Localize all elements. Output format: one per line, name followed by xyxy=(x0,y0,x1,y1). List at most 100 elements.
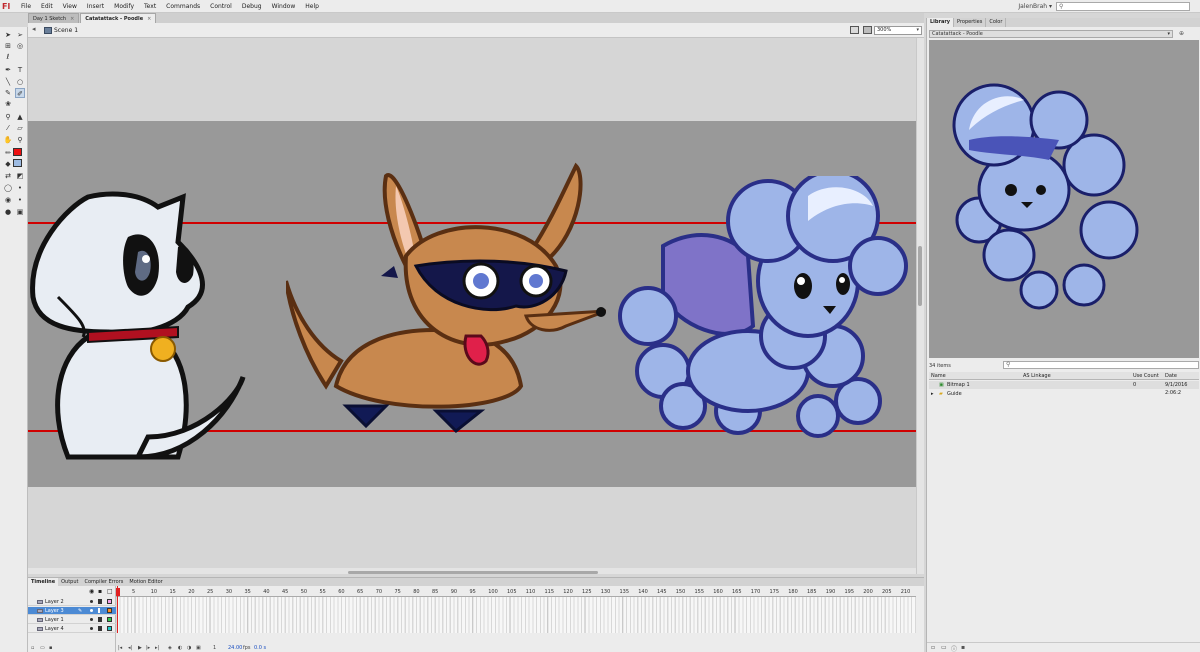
menu-view[interactable]: View xyxy=(58,0,82,13)
center-frame-icon[interactable]: ◈ xyxy=(168,644,172,652)
library-document-select[interactable]: Catatattack - Poodle ▾ xyxy=(929,30,1173,38)
pin-library-icon[interactable]: ⊕ xyxy=(1179,30,1187,38)
menu-debug[interactable]: Debug xyxy=(237,0,267,13)
layer-row[interactable]: Layer 3 ✎ xyxy=(28,607,116,615)
lock-icon[interactable] xyxy=(98,626,102,631)
close-icon[interactable]: × xyxy=(147,14,151,23)
col-use-count[interactable]: Use Count xyxy=(1133,372,1159,380)
frame-ruler[interactable]: 1510152025303540455055606570758085909510… xyxy=(116,588,916,597)
tab-output[interactable]: Output xyxy=(58,578,81,586)
layer-row[interactable]: Layer 4 xyxy=(28,625,116,633)
current-frame[interactable]: 1 xyxy=(213,644,216,652)
zoom-select[interactable]: 300% ▾ xyxy=(874,26,922,35)
frame-rate[interactable]: 24.00 xyxy=(228,644,242,652)
brush-mode-icon[interactable]: • xyxy=(15,195,25,205)
chihuahua-character[interactable] xyxy=(286,156,606,456)
swap-colors-icon[interactable]: ⇄ xyxy=(3,171,13,181)
scroll-thumb[interactable] xyxy=(348,571,598,574)
help-search-input[interactable]: ⚲ xyxy=(1056,2,1190,11)
outline-color-swatch[interactable] xyxy=(107,626,112,631)
library-item[interactable]: ▣ Bitmap 1 0 9/1/2016 2:06:2 xyxy=(929,381,1199,396)
stage-canvas[interactable] xyxy=(28,121,916,487)
menu-control[interactable]: Control xyxy=(205,0,237,13)
tab-properties[interactable]: Properties xyxy=(954,18,987,27)
visibility-dot[interactable] xyxy=(90,600,93,603)
doc-tab-poodle[interactable]: Catatattack - Poodle × xyxy=(80,13,157,23)
line-tool-icon[interactable]: ╲ xyxy=(3,77,13,87)
menu-modify[interactable]: Modify xyxy=(109,0,139,13)
stage-area[interactable] xyxy=(28,38,916,574)
stage-vertical-scrollbar[interactable] xyxy=(916,38,924,574)
zoom-tool-icon[interactable]: ⚲ xyxy=(15,135,25,145)
user-account[interactable]: JalenBrah ▾ xyxy=(1018,0,1052,13)
eraser-tool-icon[interactable]: ▱ xyxy=(15,123,25,133)
text-tool-icon[interactable]: T xyxy=(15,65,25,75)
object-drawing-icon[interactable]: ◯ xyxy=(3,183,13,193)
visibility-dot[interactable] xyxy=(90,627,93,630)
frame-grid[interactable] xyxy=(116,597,916,633)
lock-icon[interactable] xyxy=(98,608,100,613)
3d-rotation-tool-icon[interactable]: ◎ xyxy=(15,41,25,51)
menu-help[interactable]: Help xyxy=(300,0,324,13)
col-as-linkage[interactable]: AS Linkage xyxy=(1023,372,1051,380)
play-icon[interactable]: ▶ xyxy=(138,644,142,652)
menu-file[interactable]: File xyxy=(16,0,36,13)
bone-tool-icon[interactable]: ⚲ xyxy=(3,112,13,122)
outline-color-swatch[interactable] xyxy=(107,599,112,604)
stroke-color-icon[interactable]: ✏ xyxy=(3,148,13,158)
playhead[interactable] xyxy=(116,586,120,633)
brush-shape-icon[interactable]: ● xyxy=(3,207,13,217)
deco-tool-icon[interactable]: ❀ xyxy=(3,99,13,109)
go-to-first-frame-icon[interactable]: |◂ xyxy=(118,644,122,652)
tab-library[interactable]: Library xyxy=(927,18,955,27)
expand-arrow-icon[interactable]: ▸ xyxy=(931,390,934,398)
selection-tool-icon[interactable]: ➤ xyxy=(3,30,13,40)
pen-tool-icon[interactable]: ✒ xyxy=(3,65,13,75)
back-arrow-icon[interactable]: ◂ xyxy=(32,25,36,33)
library-item[interactable]: ▸ ▰ Guide xyxy=(929,390,1199,398)
brush-tool-icon[interactable]: ✐ xyxy=(15,88,25,98)
new-symbol-icon[interactable]: ▫ xyxy=(931,644,935,651)
step-forward-icon[interactable]: |▸ xyxy=(146,644,150,652)
tab-compiler-errors[interactable]: Compiler Errors xyxy=(81,578,126,586)
fill-color-icon[interactable]: ◆ xyxy=(3,159,13,169)
menu-text[interactable]: Text xyxy=(139,0,161,13)
delete-icon[interactable]: ▪ xyxy=(961,644,965,651)
subselection-tool-icon[interactable]: ➢ xyxy=(15,30,25,40)
library-search-input[interactable]: ⚲ xyxy=(1003,361,1199,369)
tab-color[interactable]: Color xyxy=(986,18,1007,27)
properties-icon[interactable]: ⓘ xyxy=(951,644,957,652)
lock-icon[interactable] xyxy=(98,599,102,604)
new-folder-icon[interactable]: ▭ xyxy=(40,644,45,652)
lock-fill-icon[interactable]: ▣ xyxy=(15,207,25,217)
hand-tool-icon[interactable]: ✋ xyxy=(3,135,13,145)
eye-icon[interactable]: ◉ xyxy=(89,588,94,595)
menu-edit[interactable]: Edit xyxy=(36,0,58,13)
lock-icon[interactable]: ▪ xyxy=(98,588,102,595)
outline-color-swatch[interactable] xyxy=(107,608,112,613)
stroke-color-swatch[interactable] xyxy=(13,148,22,156)
menu-insert[interactable]: Insert xyxy=(82,0,109,13)
tab-timeline[interactable]: Timeline xyxy=(28,578,59,586)
menu-commands[interactable]: Commands xyxy=(161,0,205,13)
snap-icon[interactable]: • xyxy=(15,183,25,193)
layer-row[interactable]: Layer 1 xyxy=(28,616,116,624)
outline-icon[interactable]: □ xyxy=(107,588,113,595)
menu-window[interactable]: Window xyxy=(267,0,301,13)
col-name[interactable]: Name xyxy=(931,372,946,380)
oval-tool-icon[interactable]: ○ xyxy=(15,77,25,87)
frame-area[interactable]: 1510152025303540455055606570758085909510… xyxy=(116,586,916,652)
lock-icon[interactable] xyxy=(98,617,102,622)
eyedropper-tool-icon[interactable]: ⁄ xyxy=(3,123,13,133)
visibility-dot[interactable] xyxy=(90,618,93,621)
new-layer-icon[interactable]: ▫ xyxy=(31,644,34,652)
go-to-last-frame-icon[interactable]: ▸| xyxy=(155,644,159,652)
free-transform-tool-icon[interactable]: ⊞ xyxy=(3,41,13,51)
scroll-thumb[interactable] xyxy=(918,246,922,306)
lasso-tool-icon[interactable]: ℓ xyxy=(3,52,13,62)
onion-outline-icon[interactable]: ◑ xyxy=(187,644,191,652)
visibility-dot[interactable] xyxy=(90,609,93,612)
poodle-character[interactable] xyxy=(618,176,908,446)
edit-multiple-frames-icon[interactable]: ▣ xyxy=(196,644,201,652)
layer-row[interactable]: Layer 2 xyxy=(28,598,116,606)
